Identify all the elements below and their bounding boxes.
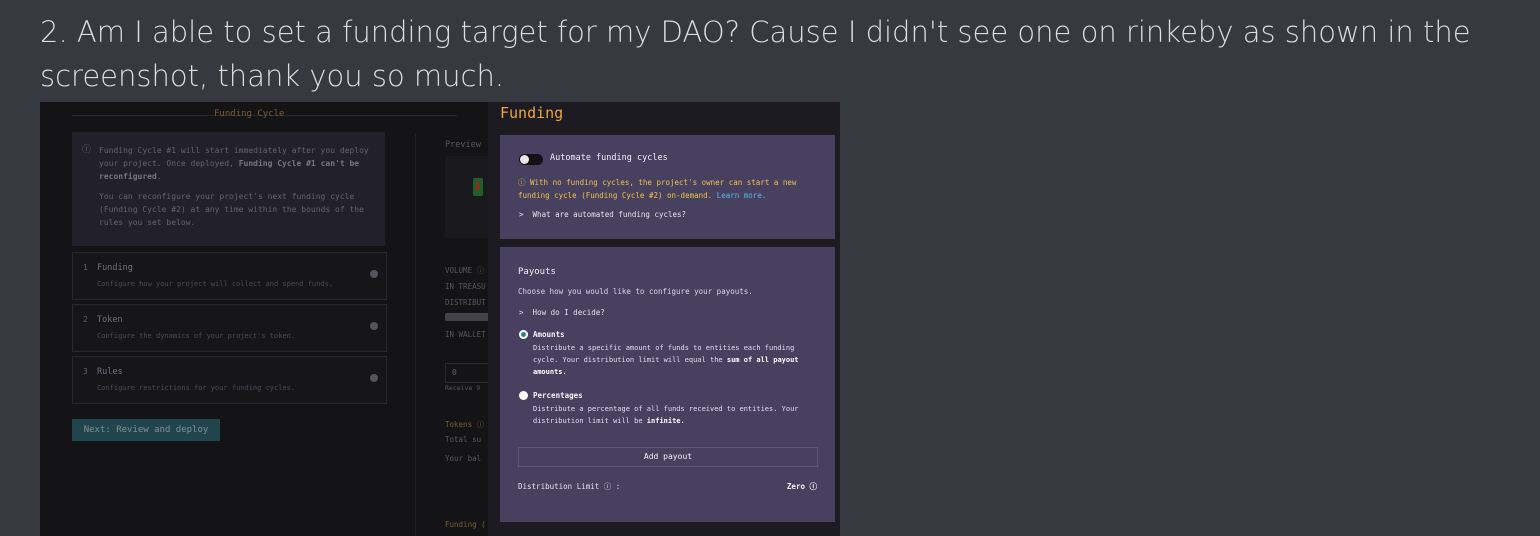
- column-divider: [415, 134, 416, 536]
- message-line: 2. Am I able to set a funding target for…: [40, 15, 1471, 93]
- distribution-limit-label: Distribution Limit ⓘ :: [518, 482, 621, 491]
- in-wallet-label: IN WALLET: [445, 330, 486, 339]
- percentages-radio[interactable]: [519, 391, 528, 400]
- close-icon[interactable]: X: [503, 102, 508, 103]
- payouts-title: Payouts: [518, 267, 556, 277]
- how-decide-toggle[interactable]: > How do I decide?: [519, 308, 605, 317]
- step-title: Token: [97, 315, 123, 325]
- amounts-description: Distribute a specific amount of funds to…: [533, 344, 799, 376]
- step-number: 2: [83, 315, 88, 324]
- percentages-title: Percentages: [533, 391, 583, 400]
- top-divider: Funding Cycle: [72, 109, 457, 119]
- drawer-title: Funding: [500, 104, 564, 122]
- add-payout-button[interactable]: Add payout: [518, 447, 818, 467]
- amounts-radio[interactable]: [519, 330, 528, 339]
- step-desc: Configure the dynamics of your project's…: [97, 332, 296, 340]
- step-number: 3: [83, 367, 88, 376]
- automate-toggle[interactable]: [519, 154, 543, 165]
- info-icon: ⓘ: [82, 145, 92, 155]
- payouts-description: Choose how you would like to configure y…: [518, 287, 753, 296]
- distribution-limit-value[interactable]: Zero ⓘ: [787, 481, 817, 492]
- payouts-panel: Payouts Choose how you would like to con…: [500, 247, 835, 522]
- tokens-label: Tokens ⓘ: [445, 420, 485, 429]
- logo-accent: [476, 182, 480, 190]
- message-text: 2. Am I able to set a funding target for…: [40, 10, 1520, 98]
- info-paragraph-2: You can reconfigure your project's next …: [99, 192, 364, 227]
- step-title: Rules: [97, 367, 123, 377]
- funding-drawer: X Funding Automate funding cycles ⓘ With…: [488, 102, 840, 536]
- step-rules[interactable]: 3 Rules Configure restrictions for your …: [72, 356, 387, 404]
- step-title: Funding: [97, 263, 133, 273]
- status-dot-icon: [370, 270, 378, 278]
- step-number: 1: [83, 263, 88, 272]
- distribution-bar: [445, 313, 490, 321]
- step-token[interactable]: 2 Token Configure the dynamics of your p…: [72, 304, 387, 352]
- pay-amount-input[interactable]: 0: [445, 363, 492, 383]
- chevron-right-icon: >: [519, 210, 524, 219]
- total-supply-label: Total su: [445, 435, 482, 444]
- embedded-screenshot[interactable]: Funding Cycle ⓘ Funding Cycle #1 will st…: [40, 102, 840, 536]
- automate-warning: ⓘ With no funding cycles, the project's …: [518, 178, 797, 200]
- funding-cycle-info-box: ⓘ Funding Cycle #1 will start immediatel…: [72, 132, 385, 246]
- distribution-label: DISTRIBUT: [445, 298, 486, 307]
- funding-cycle-label: Funding (: [445, 520, 486, 529]
- what-are-automated-toggle[interactable]: > What are automated funding cycles?: [519, 210, 686, 219]
- status-dot-icon: [370, 374, 378, 382]
- in-treasury-label: IN TREASU: [445, 282, 486, 291]
- your-balance-label: Your bal: [445, 454, 482, 463]
- step-desc: Configure how your project will collect …: [97, 280, 334, 288]
- top-fragment: Funding Cycle: [214, 109, 285, 119]
- next-review-deploy-button[interactable]: Next: Review and deploy: [72, 419, 220, 441]
- volume-label: VOLUME ⓘ: [445, 266, 485, 275]
- receive-label: Receive 9: [445, 384, 481, 392]
- preview-label: Preview: [445, 140, 481, 150]
- step-desc: Configure restrictions for your funding …: [97, 384, 296, 392]
- status-dot-icon: [370, 322, 378, 330]
- preview-column: Preview VOLUME ⓘ IN TREASU DISTRIBUT IN …: [445, 132, 492, 536]
- percentages-description: Distribute a percentage of all funds rec…: [533, 405, 799, 425]
- info-paragraph-1: Funding Cycle #1 will start immediately …: [99, 146, 369, 181]
- learn-more-link[interactable]: Learn more.: [717, 191, 767, 200]
- project-logo-preview: [445, 156, 490, 238]
- chevron-right-icon: >: [519, 308, 524, 317]
- automate-label: Automate funding cycles: [550, 153, 668, 163]
- step-funding[interactable]: 1 Funding Configure how your project wil…: [72, 252, 387, 300]
- amounts-title: Amounts: [533, 330, 565, 339]
- pay-amount-value: 0: [452, 368, 457, 377]
- automate-panel: Automate funding cycles ⓘ With no fundin…: [500, 135, 835, 239]
